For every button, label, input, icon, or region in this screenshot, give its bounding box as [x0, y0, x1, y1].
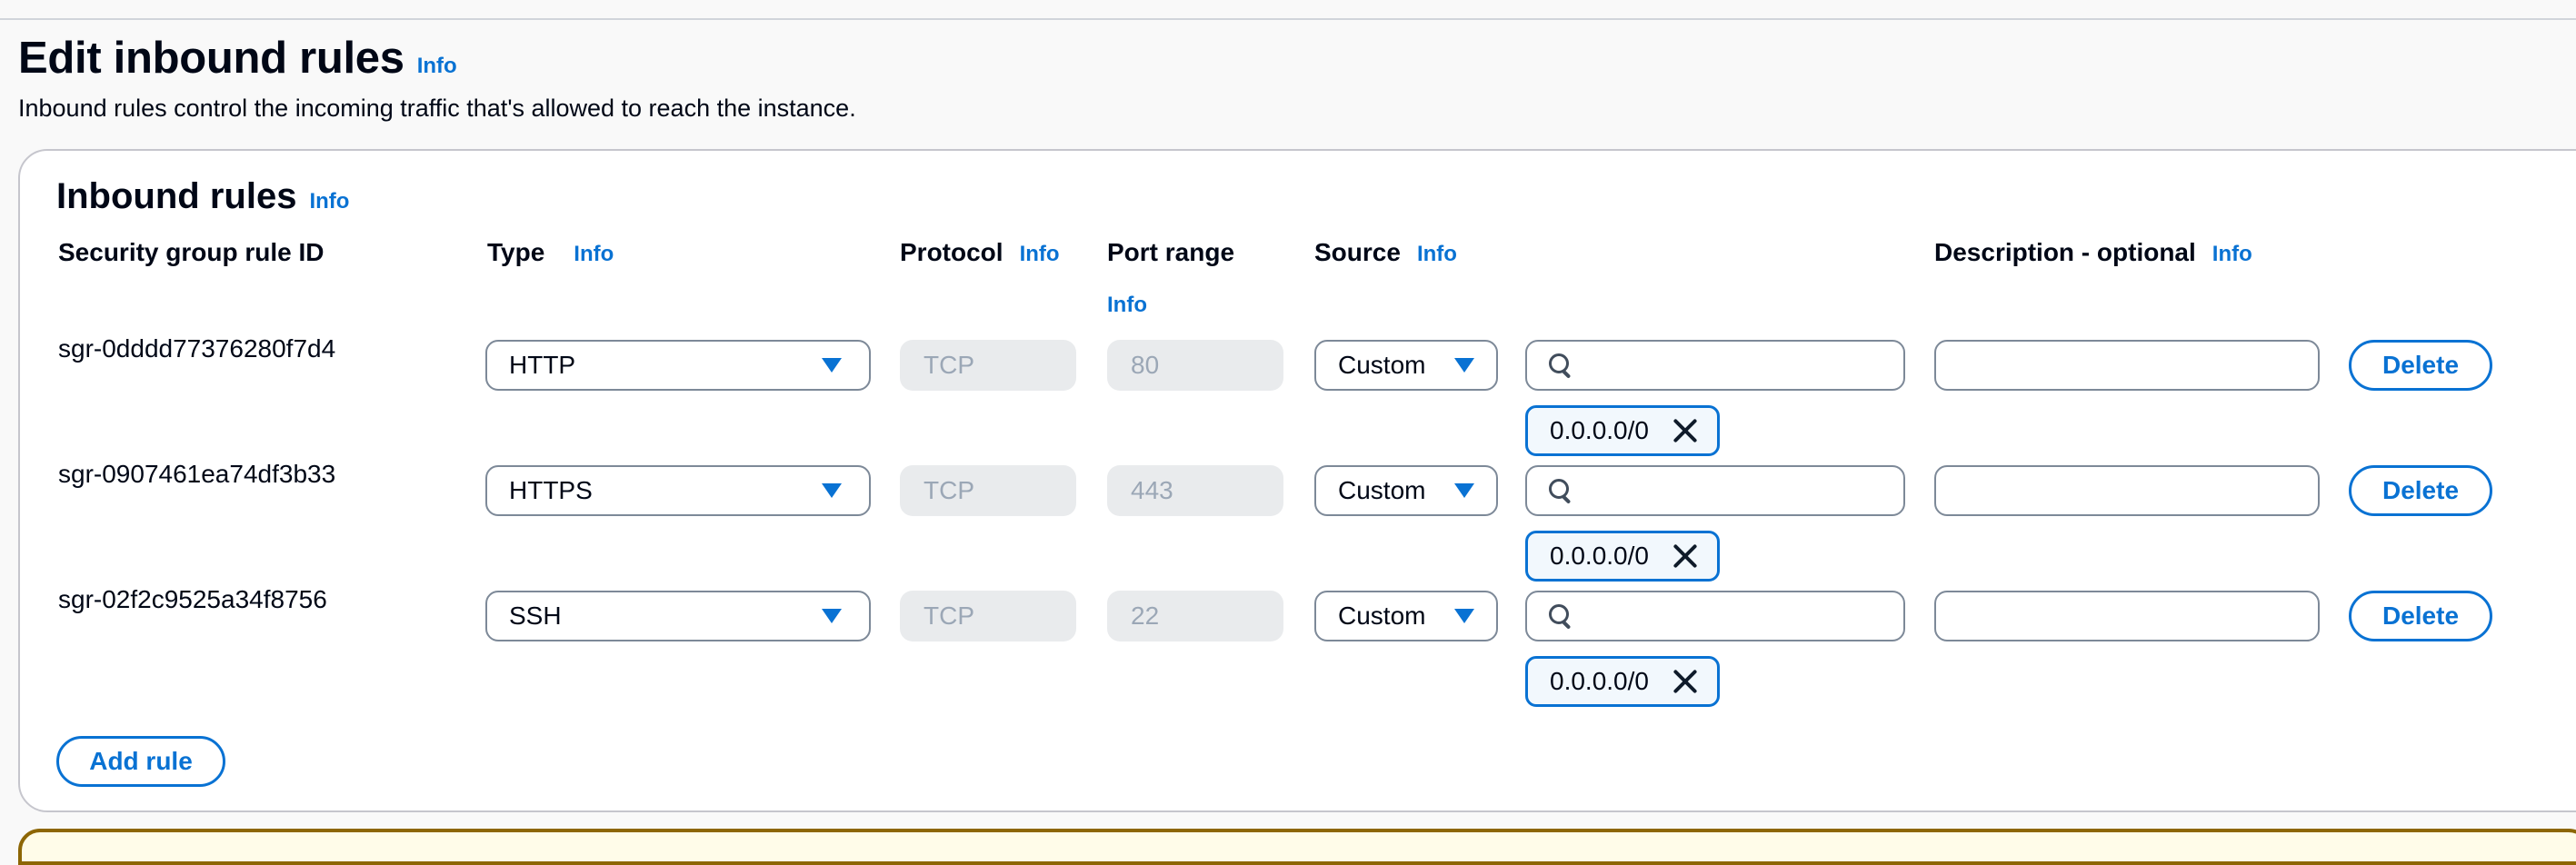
- column-header-rule-id-label: Security group rule ID: [58, 238, 324, 266]
- panel-title: Inbound rules: [56, 176, 297, 216]
- caret-down-icon: [822, 483, 842, 498]
- source-select-value: Custom: [1338, 476, 1426, 504]
- port-range-info-link[interactable]: Info: [1107, 293, 1147, 318]
- column-header-protocol-label: Protocol: [900, 238, 1003, 266]
- caret-down-icon: [1454, 358, 1474, 373]
- type-select-value: HTTPS: [509, 476, 593, 504]
- description-info-link[interactable]: Info: [2212, 242, 2252, 267]
- close-icon[interactable]: [1672, 417, 1699, 444]
- description-input[interactable]: [1934, 465, 2320, 516]
- type-select[interactable]: SSH: [485, 591, 871, 641]
- column-header-type: Type Info: [487, 238, 614, 267]
- page-header: Edit inbound rules Info: [18, 33, 457, 84]
- type-select[interactable]: HTTPS: [485, 465, 871, 516]
- search-icon: [1547, 352, 1574, 379]
- caret-down-icon: [822, 609, 842, 623]
- source-select-value: Custom: [1338, 602, 1426, 630]
- rule-id: sgr-02f2c9525a34f8756: [58, 585, 327, 613]
- search-icon: [1547, 602, 1574, 630]
- page-title-row: Edit inbound rules Info: [18, 33, 457, 84]
- cidr-token: 0.0.0.0/0: [1525, 531, 1720, 582]
- rule-id: sgr-0907461ea74df3b33: [58, 460, 336, 488]
- port-range-field: 443: [1107, 465, 1283, 516]
- source-select[interactable]: Custom: [1314, 465, 1498, 516]
- delete-button[interactable]: Delete: [2349, 340, 2492, 391]
- column-header-description: Description - optional Info: [1934, 238, 2252, 267]
- top-divider: [0, 0, 2576, 20]
- type-select-value: HTTP: [509, 351, 576, 379]
- protocol-info-link[interactable]: Info: [1020, 242, 1060, 267]
- protocol-field: TCP: [900, 591, 1076, 641]
- cidr-token: 0.0.0.0/0: [1525, 405, 1720, 456]
- column-header-protocol: Protocol Info: [900, 238, 1060, 267]
- delete-button[interactable]: Delete: [2349, 591, 2492, 641]
- panel-header: Inbound rules Info: [56, 176, 349, 217]
- source-info-link[interactable]: Info: [1417, 242, 1457, 267]
- source-search-input[interactable]: [1525, 591, 1905, 641]
- column-header-type-label: Type: [487, 238, 545, 266]
- cidr-token-label: 0.0.0.0/0: [1550, 416, 1649, 444]
- warning-alert: [18, 829, 2576, 865]
- port-range-field: 80: [1107, 340, 1283, 391]
- cidr-token-label: 0.0.0.0/0: [1550, 667, 1649, 695]
- inbound-rules-panel: Inbound rules Info Security group rule I…: [18, 149, 2576, 812]
- description-input[interactable]: [1934, 591, 2320, 641]
- rule-id: sgr-0dddd77376280f7d4: [58, 334, 336, 363]
- protocol-field: TCP: [900, 465, 1076, 516]
- source-select[interactable]: Custom: [1314, 340, 1498, 391]
- type-info-link[interactable]: Info: [574, 242, 614, 267]
- source-select-value: Custom: [1338, 351, 1426, 379]
- page-title: Edit inbound rules: [18, 34, 404, 83]
- protocol-field: TCP: [900, 340, 1076, 391]
- type-select[interactable]: HTTP: [485, 340, 871, 391]
- column-header-source: Source Info: [1314, 238, 1457, 267]
- delete-button[interactable]: Delete: [2349, 465, 2492, 516]
- page-description: Inbound rules control the incoming traff…: [18, 94, 856, 122]
- rule-row: sgr-02f2c9525a34f8756 SSH TCP 22 Custom …: [20, 585, 2576, 712]
- port-range-field: 22: [1107, 591, 1283, 641]
- column-header-port-range-label: Port range: [1107, 238, 1235, 266]
- source-search-input[interactable]: [1525, 340, 1905, 391]
- add-rule-button[interactable]: Add rule: [56, 736, 225, 787]
- page-title-info-link[interactable]: Info: [417, 54, 457, 79]
- rule-row: sgr-0907461ea74df3b33 HTTPS TCP 443 Cust…: [20, 460, 2576, 587]
- caret-down-icon: [822, 358, 842, 373]
- caret-down-icon: [1454, 483, 1474, 498]
- column-header-description-label: Description - optional: [1934, 238, 2196, 266]
- cidr-token-label: 0.0.0.0/0: [1550, 542, 1649, 570]
- column-header-port-range: Port range: [1107, 238, 1234, 267]
- panel-title-info-link[interactable]: Info: [309, 189, 349, 214]
- rule-row: sgr-0dddd77376280f7d4 HTTP TCP 80 Custom…: [20, 334, 2576, 462]
- column-header-source-label: Source: [1314, 238, 1401, 266]
- description-input[interactable]: [1934, 340, 2320, 391]
- caret-down-icon: [1454, 609, 1474, 623]
- close-icon[interactable]: [1672, 668, 1699, 695]
- type-select-value: SSH: [509, 602, 562, 630]
- column-header-rule-id: Security group rule ID: [58, 238, 324, 267]
- search-icon: [1547, 477, 1574, 504]
- close-icon[interactable]: [1672, 542, 1699, 570]
- cidr-token: 0.0.0.0/0: [1525, 656, 1720, 707]
- source-search-input[interactable]: [1525, 465, 1905, 516]
- source-select[interactable]: Custom: [1314, 591, 1498, 641]
